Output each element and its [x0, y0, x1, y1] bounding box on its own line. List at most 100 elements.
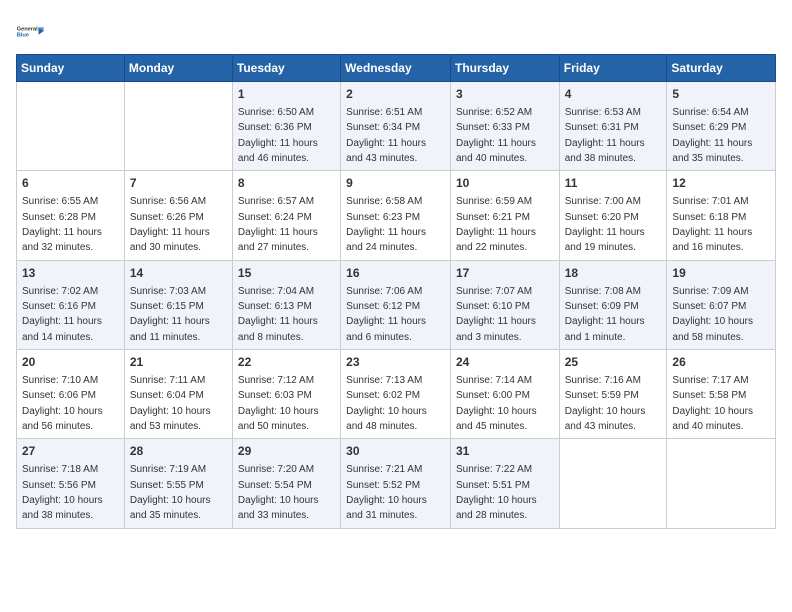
sunrise-text: Sunrise: 7:09 AM	[672, 286, 748, 297]
daylight-text: Daylight: 10 hours and 38 minutes.	[22, 495, 103, 521]
calendar-body: 1Sunrise: 6:50 AMSunset: 6:36 PMDaylight…	[17, 82, 776, 529]
calendar-cell: 22Sunrise: 7:12 AMSunset: 6:03 PMDayligh…	[232, 350, 340, 439]
sunrise-text: Sunrise: 6:51 AM	[346, 107, 422, 118]
sunset-text: Sunset: 5:52 PM	[346, 480, 420, 491]
sunset-text: Sunset: 6:26 PM	[130, 212, 204, 223]
sunset-text: Sunset: 6:03 PM	[238, 390, 312, 401]
calendar-cell: 28Sunrise: 7:19 AMSunset: 5:55 PMDayligh…	[124, 439, 232, 528]
weekday-header-tuesday: Tuesday	[232, 55, 340, 82]
sunrise-text: Sunrise: 7:13 AM	[346, 375, 422, 386]
daylight-text: Daylight: 11 hours and 14 minutes.	[22, 316, 102, 342]
calendar-cell	[17, 82, 125, 171]
calendar-cell: 21Sunrise: 7:11 AMSunset: 6:04 PMDayligh…	[124, 350, 232, 439]
sunrise-text: Sunrise: 7:22 AM	[456, 464, 532, 475]
daylight-text: Daylight: 10 hours and 33 minutes.	[238, 495, 319, 521]
day-number: 26	[672, 354, 770, 371]
day-number: 4	[565, 86, 662, 103]
weekday-header-sunday: Sunday	[17, 55, 125, 82]
calendar-cell: 14Sunrise: 7:03 AMSunset: 6:15 PMDayligh…	[124, 260, 232, 349]
day-number: 24	[456, 354, 554, 371]
sunrise-text: Sunrise: 7:02 AM	[22, 286, 98, 297]
sunrise-text: Sunrise: 7:08 AM	[565, 286, 641, 297]
calendar-cell: 3Sunrise: 6:52 AMSunset: 6:33 PMDaylight…	[450, 82, 559, 171]
calendar-cell: 26Sunrise: 7:17 AMSunset: 5:58 PMDayligh…	[667, 350, 776, 439]
sunset-text: Sunset: 5:55 PM	[130, 480, 204, 491]
sunset-text: Sunset: 6:34 PM	[346, 122, 420, 133]
daylight-text: Daylight: 11 hours and 46 minutes.	[238, 138, 318, 164]
daylight-text: Daylight: 10 hours and 35 minutes.	[130, 495, 211, 521]
weekday-header-wednesday: Wednesday	[341, 55, 451, 82]
daylight-text: Daylight: 11 hours and 24 minutes.	[346, 227, 426, 253]
sunrise-text: Sunrise: 7:06 AM	[346, 286, 422, 297]
sunrise-text: Sunrise: 7:17 AM	[672, 375, 748, 386]
daylight-text: Daylight: 11 hours and 6 minutes.	[346, 316, 426, 342]
calendar-week-1: 1Sunrise: 6:50 AMSunset: 6:36 PMDaylight…	[17, 82, 776, 171]
sunset-text: Sunset: 6:28 PM	[22, 212, 96, 223]
sunrise-text: Sunrise: 7:07 AM	[456, 286, 532, 297]
svg-text:Blue: Blue	[17, 32, 29, 38]
calendar-cell: 19Sunrise: 7:09 AMSunset: 6:07 PMDayligh…	[667, 260, 776, 349]
daylight-text: Daylight: 11 hours and 1 minute.	[565, 316, 645, 342]
calendar-cell: 16Sunrise: 7:06 AMSunset: 6:12 PMDayligh…	[341, 260, 451, 349]
sunset-text: Sunset: 6:09 PM	[565, 301, 639, 312]
sunset-text: Sunset: 5:56 PM	[22, 480, 96, 491]
calendar-cell: 15Sunrise: 7:04 AMSunset: 6:13 PMDayligh…	[232, 260, 340, 349]
daylight-text: Daylight: 10 hours and 40 minutes.	[672, 406, 753, 432]
daylight-text: Daylight: 10 hours and 45 minutes.	[456, 406, 537, 432]
daylight-text: Daylight: 11 hours and 8 minutes.	[238, 316, 318, 342]
sunrise-text: Sunrise: 7:03 AM	[130, 286, 206, 297]
daylight-text: Daylight: 11 hours and 43 minutes.	[346, 138, 426, 164]
daylight-text: Daylight: 10 hours and 50 minutes.	[238, 406, 319, 432]
daylight-text: Daylight: 11 hours and 40 minutes.	[456, 138, 536, 164]
weekday-header-monday: Monday	[124, 55, 232, 82]
daylight-text: Daylight: 11 hours and 11 minutes.	[130, 316, 210, 342]
day-number: 13	[22, 265, 119, 282]
calendar-cell: 2Sunrise: 6:51 AMSunset: 6:34 PMDaylight…	[341, 82, 451, 171]
day-number: 31	[456, 443, 554, 460]
daylight-text: Daylight: 10 hours and 43 minutes.	[565, 406, 646, 432]
calendar-cell: 7Sunrise: 6:56 AMSunset: 6:26 PMDaylight…	[124, 171, 232, 260]
day-number: 5	[672, 86, 770, 103]
sunrise-text: Sunrise: 6:59 AM	[456, 196, 532, 207]
sunrise-text: Sunrise: 6:55 AM	[22, 196, 98, 207]
day-number: 19	[672, 265, 770, 282]
daylight-text: Daylight: 11 hours and 35 minutes.	[672, 138, 752, 164]
sunset-text: Sunset: 6:10 PM	[456, 301, 530, 312]
sunset-text: Sunset: 6:21 PM	[456, 212, 530, 223]
daylight-text: Daylight: 10 hours and 31 minutes.	[346, 495, 427, 521]
weekday-header-saturday: Saturday	[667, 55, 776, 82]
calendar-cell: 31Sunrise: 7:22 AMSunset: 5:51 PMDayligh…	[450, 439, 559, 528]
day-number: 6	[22, 175, 119, 192]
sunrise-text: Sunrise: 7:18 AM	[22, 464, 98, 475]
calendar-cell: 23Sunrise: 7:13 AMSunset: 6:02 PMDayligh…	[341, 350, 451, 439]
sunset-text: Sunset: 6:06 PM	[22, 390, 96, 401]
sunrise-text: Sunrise: 6:56 AM	[130, 196, 206, 207]
sunrise-text: Sunrise: 7:04 AM	[238, 286, 314, 297]
sunset-text: Sunset: 6:00 PM	[456, 390, 530, 401]
calendar-week-3: 13Sunrise: 7:02 AMSunset: 6:16 PMDayligh…	[17, 260, 776, 349]
sunrise-text: Sunrise: 6:58 AM	[346, 196, 422, 207]
calendar-cell: 8Sunrise: 6:57 AMSunset: 6:24 PMDaylight…	[232, 171, 340, 260]
day-number: 28	[130, 443, 227, 460]
calendar-cell: 1Sunrise: 6:50 AMSunset: 6:36 PMDaylight…	[232, 82, 340, 171]
day-number: 10	[456, 175, 554, 192]
day-number: 7	[130, 175, 227, 192]
day-number: 12	[672, 175, 770, 192]
sunset-text: Sunset: 6:20 PM	[565, 212, 639, 223]
daylight-text: Daylight: 10 hours and 28 minutes.	[456, 495, 537, 521]
header-row: SundayMondayTuesdayWednesdayThursdayFrid…	[17, 55, 776, 82]
calendar-cell: 17Sunrise: 7:07 AMSunset: 6:10 PMDayligh…	[450, 260, 559, 349]
sunset-text: Sunset: 6:18 PM	[672, 212, 746, 223]
sunrise-text: Sunrise: 7:00 AM	[565, 196, 641, 207]
sunset-text: Sunset: 6:24 PM	[238, 212, 312, 223]
calendar-cell: 4Sunrise: 6:53 AMSunset: 6:31 PMDaylight…	[559, 82, 667, 171]
calendar-header: SundayMondayTuesdayWednesdayThursdayFrid…	[17, 55, 776, 82]
sunrise-text: Sunrise: 7:01 AM	[672, 196, 748, 207]
day-number: 17	[456, 265, 554, 282]
day-number: 30	[346, 443, 445, 460]
sunset-text: Sunset: 6:33 PM	[456, 122, 530, 133]
daylight-text: Daylight: 11 hours and 38 minutes.	[565, 138, 645, 164]
day-number: 15	[238, 265, 335, 282]
sunrise-text: Sunrise: 6:52 AM	[456, 107, 532, 118]
day-number: 21	[130, 354, 227, 371]
